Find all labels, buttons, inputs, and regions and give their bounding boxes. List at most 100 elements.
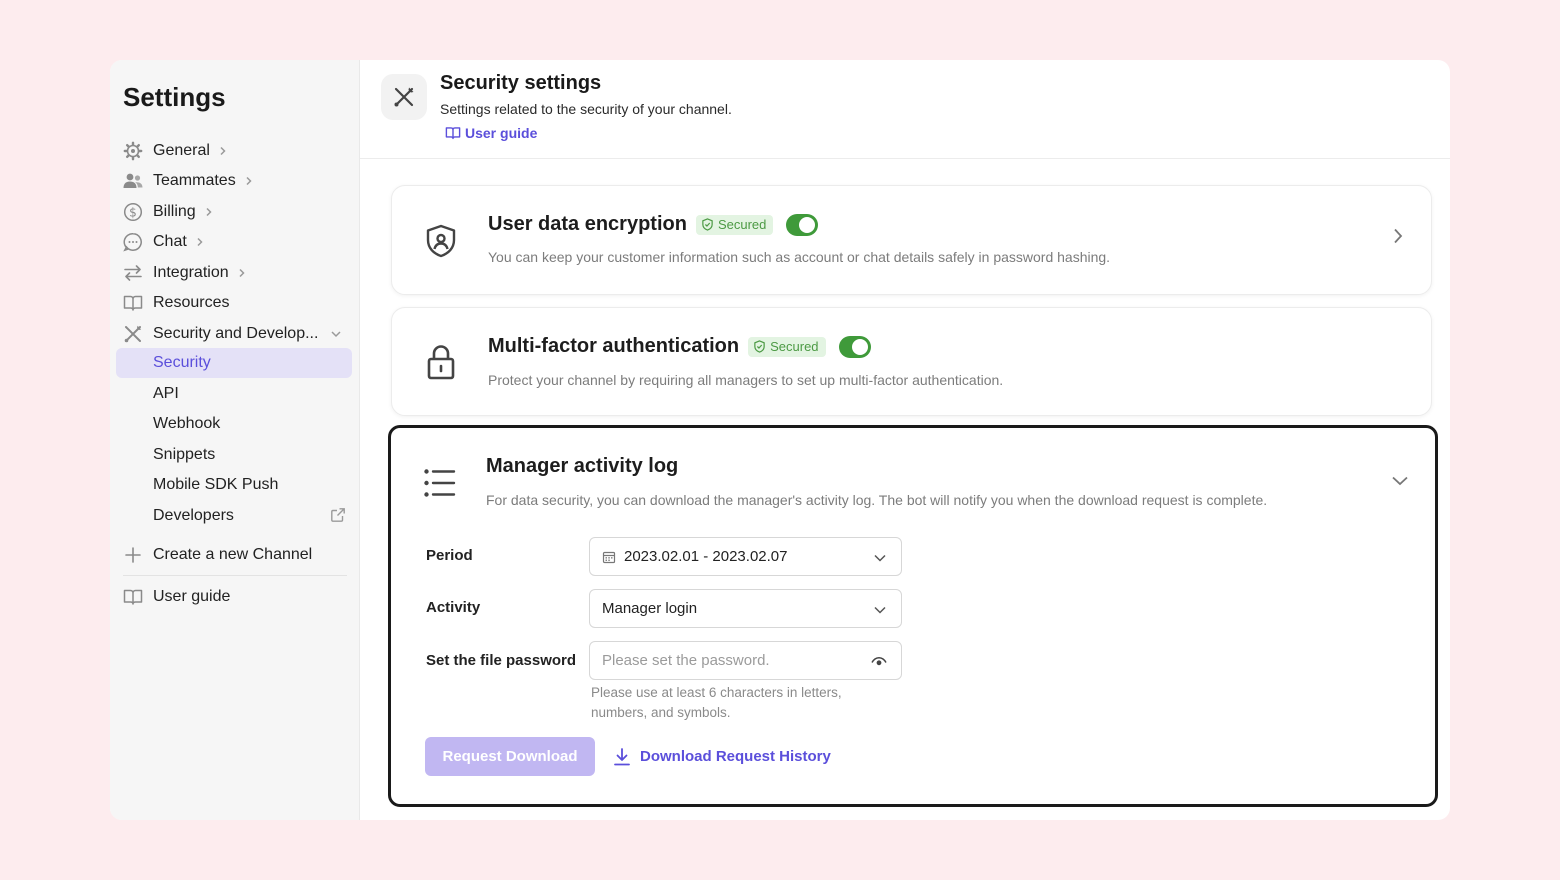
- download-history-link[interactable]: Download Request History: [613, 737, 831, 776]
- chevron-right-icon: [195, 237, 205, 247]
- chevron-down-icon: [873, 550, 887, 567]
- sidebar-item-label: Security and Develop...: [153, 325, 319, 342]
- sidebar-item-label: Integration: [153, 264, 229, 281]
- download-icon: [614, 747, 630, 765]
- sidebar-item-label: API: [153, 385, 179, 402]
- period-label: Period: [426, 547, 473, 564]
- sidebar-divider: [123, 575, 347, 576]
- settings-window: Settings General Teammates $ Billing Cha…: [110, 60, 1450, 820]
- sidebar-item-security-and-developers[interactable]: Security and Develop...: [116, 319, 352, 349]
- shield-check-icon: [702, 218, 713, 231]
- main-content: Security settings Settings related to th…: [360, 60, 1450, 820]
- gear-icon: [122, 140, 144, 162]
- sidebar-item-label: Chat: [153, 233, 187, 250]
- book-icon: [445, 127, 461, 140]
- sidebar-item-label: Resources: [153, 294, 230, 311]
- header-user-guide-link[interactable]: User guide: [445, 125, 537, 141]
- list-icon: [423, 467, 457, 504]
- sidebar-item-label: Webhook: [153, 415, 221, 432]
- chevron-right-icon: [218, 146, 228, 156]
- chevron-right-icon: [204, 207, 214, 217]
- tools-icon: [381, 74, 427, 120]
- sidebar-item-chat[interactable]: Chat: [116, 227, 352, 257]
- period-value: 2023.02.01 - 2023.02.07: [624, 548, 788, 565]
- sidebar-item-label: Security: [153, 354, 211, 371]
- mfa-toggle[interactable]: [838, 335, 871, 358]
- page-subtitle: Settings related to the security of your…: [440, 101, 732, 117]
- create-channel-button[interactable]: Create a new Channel: [116, 540, 352, 570]
- page-header: Security settings Settings related to th…: [360, 60, 1450, 159]
- sidebar-user-guide-link[interactable]: User guide: [116, 582, 352, 612]
- encryption-title-text: User data encryption: [488, 213, 687, 235]
- sidebar-item-developers[interactable]: Developers: [116, 501, 352, 531]
- request-download-button[interactable]: Request Download: [425, 737, 595, 776]
- tools-icon: [122, 323, 144, 345]
- activity-select[interactable]: Manager login: [589, 589, 902, 628]
- period-select[interactable]: 2023.02.01 - 2023.02.07: [589, 537, 902, 576]
- sidebar-item-security[interactable]: Security: [116, 348, 352, 378]
- activity-value: Manager login: [602, 600, 698, 617]
- sidebar-item-label: Billing: [153, 203, 196, 220]
- sidebar-item-label: Mobile SDK Push: [153, 476, 279, 493]
- create-channel-label: Create a new Channel: [153, 546, 313, 563]
- chevron-right-icon: [237, 268, 247, 278]
- sidebar-item-webhook[interactable]: Webhook: [116, 409, 352, 439]
- chevron-right-icon[interactable]: [1391, 227, 1405, 250]
- password-label: Set the file password: [426, 652, 577, 669]
- download-history-label: Download Request History: [640, 748, 831, 765]
- sidebar-item-label: Snippets: [153, 446, 216, 463]
- mfa-card[interactable]: Multi-factor authentication Secured Prot…: [391, 307, 1432, 416]
- encryption-card[interactable]: User data encryption Secured You can kee…: [391, 185, 1432, 295]
- eye-icon[interactable]: [871, 655, 887, 672]
- chevron-down-icon[interactable]: [1391, 474, 1409, 492]
- user-guide-label: User guide: [153, 588, 231, 605]
- chat-icon: [122, 231, 144, 253]
- chevron-down-icon: [330, 329, 342, 339]
- book-icon: [122, 292, 144, 314]
- header-user-guide-label: User guide: [465, 125, 538, 141]
- shield-check-icon: [754, 340, 765, 353]
- sidebar-item-label: General: [153, 142, 210, 159]
- sidebar-item-mobile-sdk-push[interactable]: Mobile SDK Push: [116, 470, 352, 500]
- sidebar-item-billing[interactable]: $ Billing: [116, 197, 352, 227]
- book-icon: [122, 586, 144, 608]
- dollar-icon: $: [122, 201, 144, 223]
- mfa-title-text: Multi-factor authentication: [488, 335, 740, 357]
- encryption-title: User data encryption Secured: [488, 213, 819, 236]
- status-badge: Secured: [695, 214, 774, 235]
- arrows-icon: [122, 262, 144, 284]
- sidebar-title: Settings: [123, 82, 226, 112]
- sidebar-item-integration[interactable]: Integration: [116, 258, 352, 288]
- activity-log-title: Manager activity log: [486, 455, 679, 477]
- sidebar-item-label: Developers: [153, 507, 234, 524]
- activity-log-description: For data security, you can download the …: [486, 492, 1268, 508]
- password-field[interactable]: Please set the password.: [589, 641, 902, 680]
- lock-icon: [422, 342, 460, 387]
- status-badge: Secured: [748, 336, 826, 357]
- status-badge-label: Secured: [717, 217, 767, 232]
- password-hint: Please use at least 6 characters in lett…: [591, 685, 842, 720]
- sidebar-item-snippets[interactable]: Snippets: [116, 440, 352, 470]
- external-link-icon: [330, 507, 346, 528]
- page-title: Security settings: [440, 72, 602, 94]
- password-placeholder: Please set the password.: [602, 652, 770, 669]
- sidebar-item-label: Teammates: [153, 172, 236, 189]
- sidebar: Settings General Teammates $ Billing Cha…: [110, 60, 360, 820]
- mfa-description: Protect your channel by requiring all ma…: [488, 372, 1004, 388]
- chevron-right-icon: [244, 176, 254, 186]
- activity-log-card: Manager activity log For data security, …: [388, 425, 1438, 807]
- sidebar-item-teammates[interactable]: Teammates: [116, 166, 352, 196]
- shield-icon: [422, 222, 460, 265]
- status-badge-label: Secured: [770, 339, 819, 354]
- encryption-toggle[interactable]: [786, 213, 819, 236]
- people-icon: [122, 170, 144, 192]
- encryption-description: You can keep your customer information s…: [488, 249, 1111, 265]
- sidebar-item-general[interactable]: General: [116, 136, 352, 166]
- activity-label: Activity: [426, 599, 481, 616]
- sidebar-item-api[interactable]: API: [116, 379, 352, 409]
- plus-icon: [122, 544, 144, 566]
- sidebar-item-resources[interactable]: Resources: [116, 288, 352, 318]
- calendar-icon: [602, 550, 616, 564]
- chevron-down-icon: [873, 602, 887, 619]
- mfa-title: Multi-factor authentication Secured: [488, 335, 871, 358]
